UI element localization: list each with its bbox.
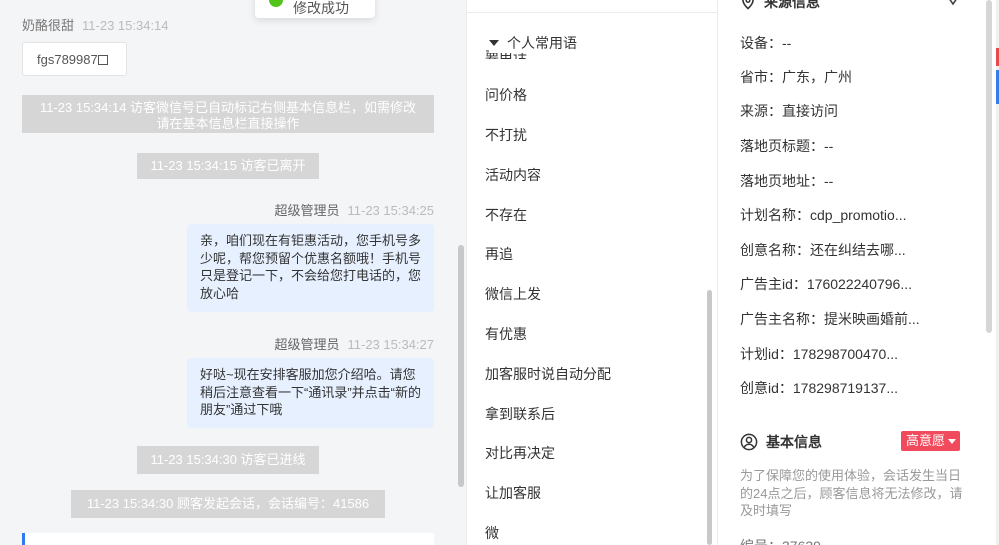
phrase-item[interactable]: 不存在 bbox=[485, 205, 527, 225]
phrase-item[interactable]: 对比再决定 bbox=[485, 443, 555, 463]
sender-name: 超级管理员 bbox=[274, 337, 340, 352]
info-scrollbar[interactable] bbox=[986, 0, 992, 333]
phrase-item[interactable]: 再追 bbox=[485, 244, 513, 264]
phrase-item[interactable]: 有优惠 bbox=[485, 324, 527, 344]
quick-phrases-panel: 要电话 个人常用语 问价格 不打扰 活动内容 不存在 再追 微信上发 有优惠 加… bbox=[466, 0, 718, 545]
message-sender: 超级管理员 11-23 15:34:25 bbox=[274, 200, 434, 219]
phrase-item[interactable]: 微 bbox=[485, 523, 499, 543]
sender-name: 超级管理员 bbox=[274, 203, 340, 218]
info-row-advertiser-name: 广告主名称：提米映画婚前... bbox=[740, 311, 920, 327]
phrase-item[interactable]: 不打扰 bbox=[485, 125, 527, 145]
phrases-scrollbar[interactable] bbox=[707, 290, 712, 545]
wechat-id-text: fgs789987 bbox=[37, 52, 98, 67]
phrase-item[interactable]: 让加客服 bbox=[485, 483, 541, 503]
phrase-item[interactable]: 活动内容 bbox=[485, 165, 541, 185]
phrase-group-header[interactable]: 个人常用语 bbox=[489, 33, 577, 53]
chat-scrollbar[interactable] bbox=[458, 245, 464, 487]
system-message: 11-23 15:34:30 顾客发起会话，会话编号：41586 bbox=[71, 490, 385, 518]
agent-message-bubble: 好哒~现在安排客服加您介绍哈。请您稍后注意查看一下“通讯录”并点击“新的朋友”通… bbox=[187, 358, 434, 428]
edit-deadline-note: 为了保障您的使用体验，会话发生当日的24点之后，顾客信息将无法修改，请及时填写 bbox=[740, 468, 963, 518]
info-row-device: 设备：-- bbox=[740, 35, 792, 51]
info-row-region: 省市：广东，广州 bbox=[740, 69, 852, 85]
system-message: 11-23 15:34:14 访客微信号已自动标记右侧基本信息栏，如需修改请在基… bbox=[22, 95, 434, 133]
info-row-number: 编号：37639 bbox=[740, 536, 821, 545]
phrase-group-label: 个人常用语 bbox=[507, 35, 577, 51]
message-sender: 超级管理员 11-23 15:34:27 bbox=[274, 334, 434, 353]
customer-info-panel: 来源信息 设备：-- 省市：广东，广州 来源：直接访问 落地页标题：-- 落地页… bbox=[718, 0, 999, 545]
chat-panel: 奶酪很甜 11-23 15:34:14 fgs789987 11-23 15:34… bbox=[0, 0, 466, 545]
intent-level-dropdown[interactable]: 高意愿 bbox=[901, 431, 961, 451]
edit-icon[interactable] bbox=[944, 0, 962, 8]
phrase-item[interactable]: 微信上发 bbox=[485, 284, 541, 304]
system-message: 11-23 15:34:15 访客已离开 bbox=[137, 153, 319, 179]
source-info-header: 来源信息 bbox=[740, 0, 820, 12]
check-circle-icon bbox=[269, 0, 283, 7]
visitor-time: 11-23 15:34:14 bbox=[82, 18, 169, 33]
caret-down-icon bbox=[948, 438, 957, 444]
info-row-plan-id: 计划id：178298700470... bbox=[740, 346, 898, 362]
system-message: 11-23 15:34:30 访客已进线 bbox=[137, 446, 319, 474]
phrase-item[interactable]: 加客服时说自动分配 bbox=[485, 364, 611, 384]
message-card[interactable] bbox=[22, 533, 434, 545]
user-circle-icon bbox=[740, 433, 758, 451]
success-toast: 修改成功 bbox=[255, 0, 375, 18]
info-row-creative-name: 创意名称：还在纠结去哪... bbox=[740, 242, 906, 258]
message-time: 11-23 15:34:27 bbox=[347, 337, 435, 352]
message-time: 11-23 15:34:25 bbox=[347, 203, 435, 218]
source-info-title: 来源信息 bbox=[764, 0, 820, 10]
basic-info-header: 基本信息 bbox=[740, 432, 822, 452]
agent-message-bubble: 亲，咱们现在有钜惠活动，您手机号多少呢，帮您预留个优惠名额哦！手机号只是登记一下… bbox=[187, 224, 434, 312]
toast-text: 修改成功 bbox=[293, 0, 349, 16]
info-row-source: 来源：直接访问 bbox=[740, 103, 838, 119]
divider bbox=[467, 12, 717, 13]
info-row-landing-title: 落地页标题：-- bbox=[740, 138, 834, 154]
info-row-creative-id: 创意id：178298719137... bbox=[740, 380, 898, 396]
basic-info-title: 基本信息 bbox=[766, 434, 822, 450]
copy-icon[interactable] bbox=[97, 55, 108, 65]
visitor-header: 奶酪很甜 11-23 15:34:14 bbox=[22, 15, 169, 34]
workspace: 奶酪很甜 11-23 15:34:14 fgs789987 11-23 15:34… bbox=[0, 0, 999, 545]
caret-down-icon bbox=[489, 40, 499, 46]
wechat-id-chip[interactable]: fgs789987 bbox=[22, 42, 127, 76]
info-row-landing-url: 落地页地址：-- bbox=[740, 173, 834, 189]
phrase-item[interactable]: 问价格 bbox=[485, 85, 527, 105]
phrase-item[interactable]: 拿到联系后 bbox=[485, 404, 555, 424]
info-row-advertiser-id: 广告主id：176022240796... bbox=[740, 276, 912, 292]
visitor-name: 奶酪很甜 bbox=[22, 18, 75, 33]
intent-level-label: 高意愿 bbox=[906, 433, 946, 448]
location-pin-icon bbox=[742, 0, 754, 10]
info-row-plan-name: 计划名称：cdp_promotio... bbox=[740, 207, 907, 223]
